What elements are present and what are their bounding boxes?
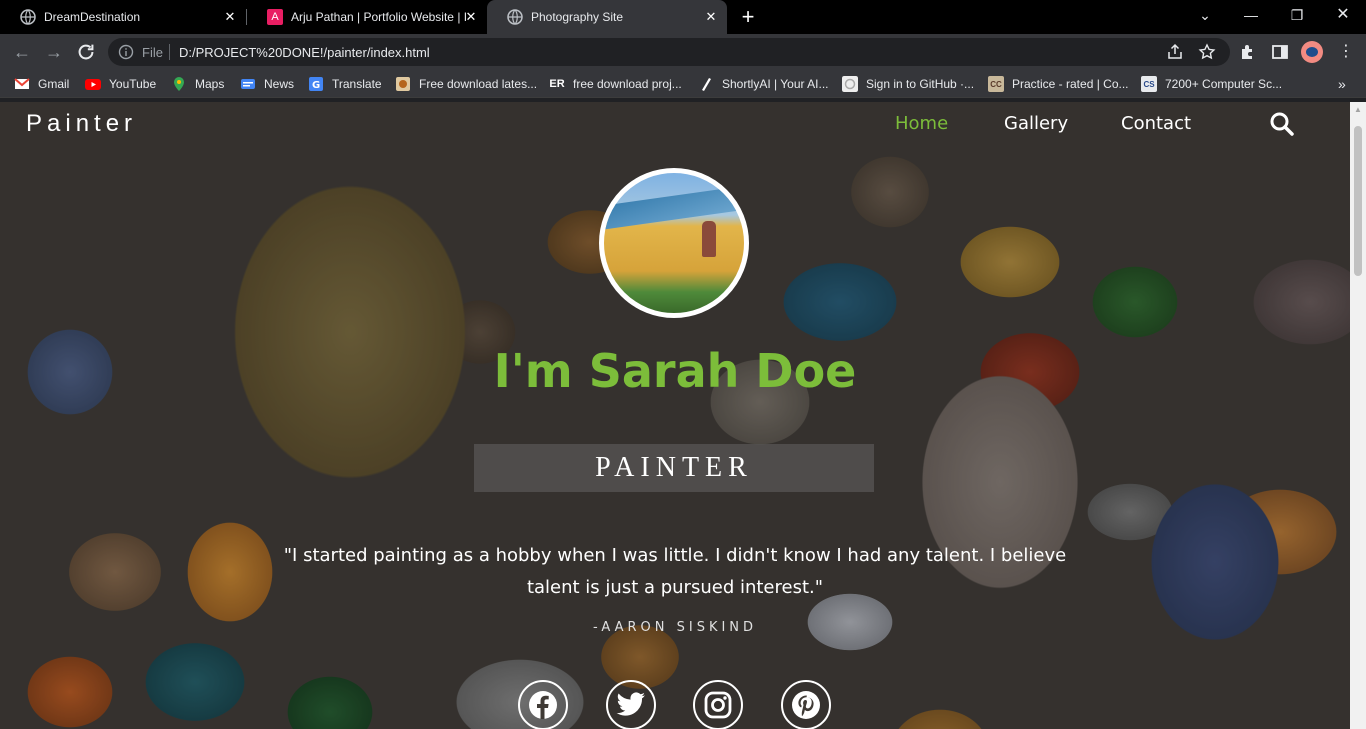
quote-author: -AARON SISKIND: [592, 620, 758, 635]
role-banner: PAINTER: [474, 444, 874, 492]
download-site-icon: [396, 77, 410, 91]
page-scrollbar[interactable]: ▲: [1350, 102, 1366, 729]
nav-contact-link[interactable]: Contact: [1121, 113, 1191, 134]
menu-kebab-icon[interactable]: ⋮: [1334, 40, 1358, 64]
svg-text:G: G: [312, 80, 320, 91]
bookmark-label: Sign in to GitHub ·...: [866, 77, 975, 91]
tab-strip: DreamDestination ✕ A Arju Pathan | Portf…: [0, 0, 1366, 34]
news-icon: [241, 79, 255, 89]
scroll-up-arrow-icon[interactable]: ▲: [1350, 102, 1366, 118]
close-tab-icon[interactable]: ✕: [463, 9, 479, 25]
photo-painter-figure: [702, 221, 716, 257]
new-tab-button[interactable]: +: [736, 5, 760, 29]
twitter-icon: [616, 692, 645, 716]
back-button[interactable]: ←: [10, 40, 34, 64]
restore-button[interactable]: ❐: [1274, 0, 1320, 30]
tab-title: Photography Site: [531, 10, 624, 24]
bookmark-label: ShortlyAI | Your AI...: [722, 77, 829, 91]
bookmark-label: Translate: [332, 77, 382, 91]
bookmark-free-download[interactable]: Free download lates...: [395, 70, 537, 98]
bookmark-shortlyai[interactable]: ShortlyAI | Your AI...: [698, 70, 829, 98]
hero-quote: "I started painting as a hobby when I wa…: [283, 545, 1067, 598]
browser-toolbar: ← → File D:/PROJECT%20DONE!/painter/inde…: [0, 34, 1366, 70]
close-tab-icon[interactable]: ✕: [222, 9, 238, 25]
bookmark-label: Gmail: [38, 77, 70, 91]
shortlyai-icon: [702, 78, 711, 91]
tab-title: Arju Pathan | Portfolio Website | I: [291, 10, 468, 24]
twitter-link[interactable]: [606, 680, 656, 729]
profile-avatar[interactable]: [1301, 41, 1323, 63]
globe-icon: [20, 9, 36, 25]
close-window-button[interactable]: ✕: [1320, 0, 1366, 30]
reload-icon[interactable]: [75, 41, 97, 63]
bookmark-free-download-proj[interactable]: ER free download proj...: [549, 70, 682, 98]
maps-icon: [174, 77, 184, 91]
hero-section: Painter Home Gallery Contact I'm Sarah D…: [0, 102, 1350, 729]
nav-home-link[interactable]: Home: [895, 113, 948, 134]
tab-title: DreamDestination: [44, 10, 141, 24]
pinterest-icon: [792, 691, 820, 719]
portfolio-a-icon: A: [267, 9, 283, 25]
bookmark-computer-science[interactable]: CS 7200+ Computer Sc...: [1141, 70, 1282, 98]
cs-icon: CS: [1141, 76, 1157, 92]
forward-button[interactable]: →: [42, 40, 66, 64]
url-text[interactable]: D:/PROJECT%20DONE!/painter/index.html: [179, 45, 430, 60]
bookmark-github[interactable]: Sign in to GitHub ·...: [842, 70, 974, 98]
youtube-icon: [85, 79, 101, 90]
extensions-puzzle-icon[interactable]: [1238, 42, 1258, 62]
bookmark-label: free download proj...: [573, 77, 682, 91]
site-brand[interactable]: Painter: [26, 110, 137, 138]
er-icon: ER: [549, 76, 565, 92]
bookmark-maps[interactable]: Maps: [171, 70, 224, 98]
bookmark-label: News: [264, 77, 295, 91]
tab-photography-site[interactable]: Photography Site ✕: [487, 0, 727, 34]
info-icon[interactable]: [118, 44, 134, 60]
bookmarks-bar: Gmail YouTube Maps News G Translate Free…: [0, 70, 1366, 98]
close-tab-icon[interactable]: ✕: [703, 9, 719, 25]
scrollbar-thumb[interactable]: [1354, 126, 1362, 276]
minimize-button[interactable]: —: [1228, 0, 1274, 30]
bookmark-label: Free download lates...: [419, 77, 538, 91]
bookmarks-overflow-chevron-icon[interactable]: »: [1338, 70, 1346, 98]
bookmark-gmail[interactable]: Gmail: [14, 70, 69, 98]
side-panel-icon[interactable]: [1270, 42, 1290, 62]
translate-icon: G: [309, 77, 323, 91]
bookmark-translate[interactable]: G Translate: [308, 70, 382, 98]
bookmark-youtube[interactable]: YouTube: [85, 70, 156, 98]
bookmark-label: 7200+ Computer Sc...: [1165, 77, 1283, 91]
address-bar[interactable]: File D:/PROJECT%20DONE!/painter/index.ht…: [108, 38, 1230, 66]
tab-dreamdestination[interactable]: DreamDestination ✕: [0, 0, 246, 34]
facebook-link[interactable]: [518, 680, 568, 729]
globe-icon: [507, 9, 523, 25]
nav-gallery-link[interactable]: Gallery: [1004, 113, 1068, 134]
facebook-icon: [529, 691, 557, 719]
role-title: PAINTER: [595, 452, 753, 483]
hero-headline: I'm Sarah Doe: [493, 344, 857, 398]
profile-photo: [599, 168, 749, 318]
share-icon[interactable]: [1166, 43, 1184, 61]
gmail-icon: [14, 78, 30, 89]
bookmark-news[interactable]: News: [240, 70, 294, 98]
bookmark-label: YouTube: [109, 77, 157, 91]
bookmark-label: Practice - rated | Co...: [1012, 77, 1129, 91]
github-icon: [842, 76, 858, 92]
bookmark-label: Maps: [195, 77, 225, 91]
bookmark-star-icon[interactable]: [1198, 43, 1216, 61]
tab-search-chevron-icon[interactable]: ⌄: [1182, 0, 1228, 30]
instagram-link[interactable]: [693, 680, 743, 729]
tab-portfolio[interactable]: A Arju Pathan | Portfolio Website | I ✕: [247, 0, 487, 34]
pinterest-link[interactable]: [781, 680, 831, 729]
bookmark-practice-rated[interactable]: CC Practice - rated | Co...: [988, 70, 1129, 98]
scheme-label: File: [142, 45, 163, 60]
search-icon[interactable]: [1269, 111, 1295, 137]
photo-mural-wall: [604, 184, 744, 230]
omnibox-divider: [169, 44, 170, 60]
codechef-icon: CC: [988, 76, 1004, 92]
instagram-icon: [704, 691, 732, 719]
